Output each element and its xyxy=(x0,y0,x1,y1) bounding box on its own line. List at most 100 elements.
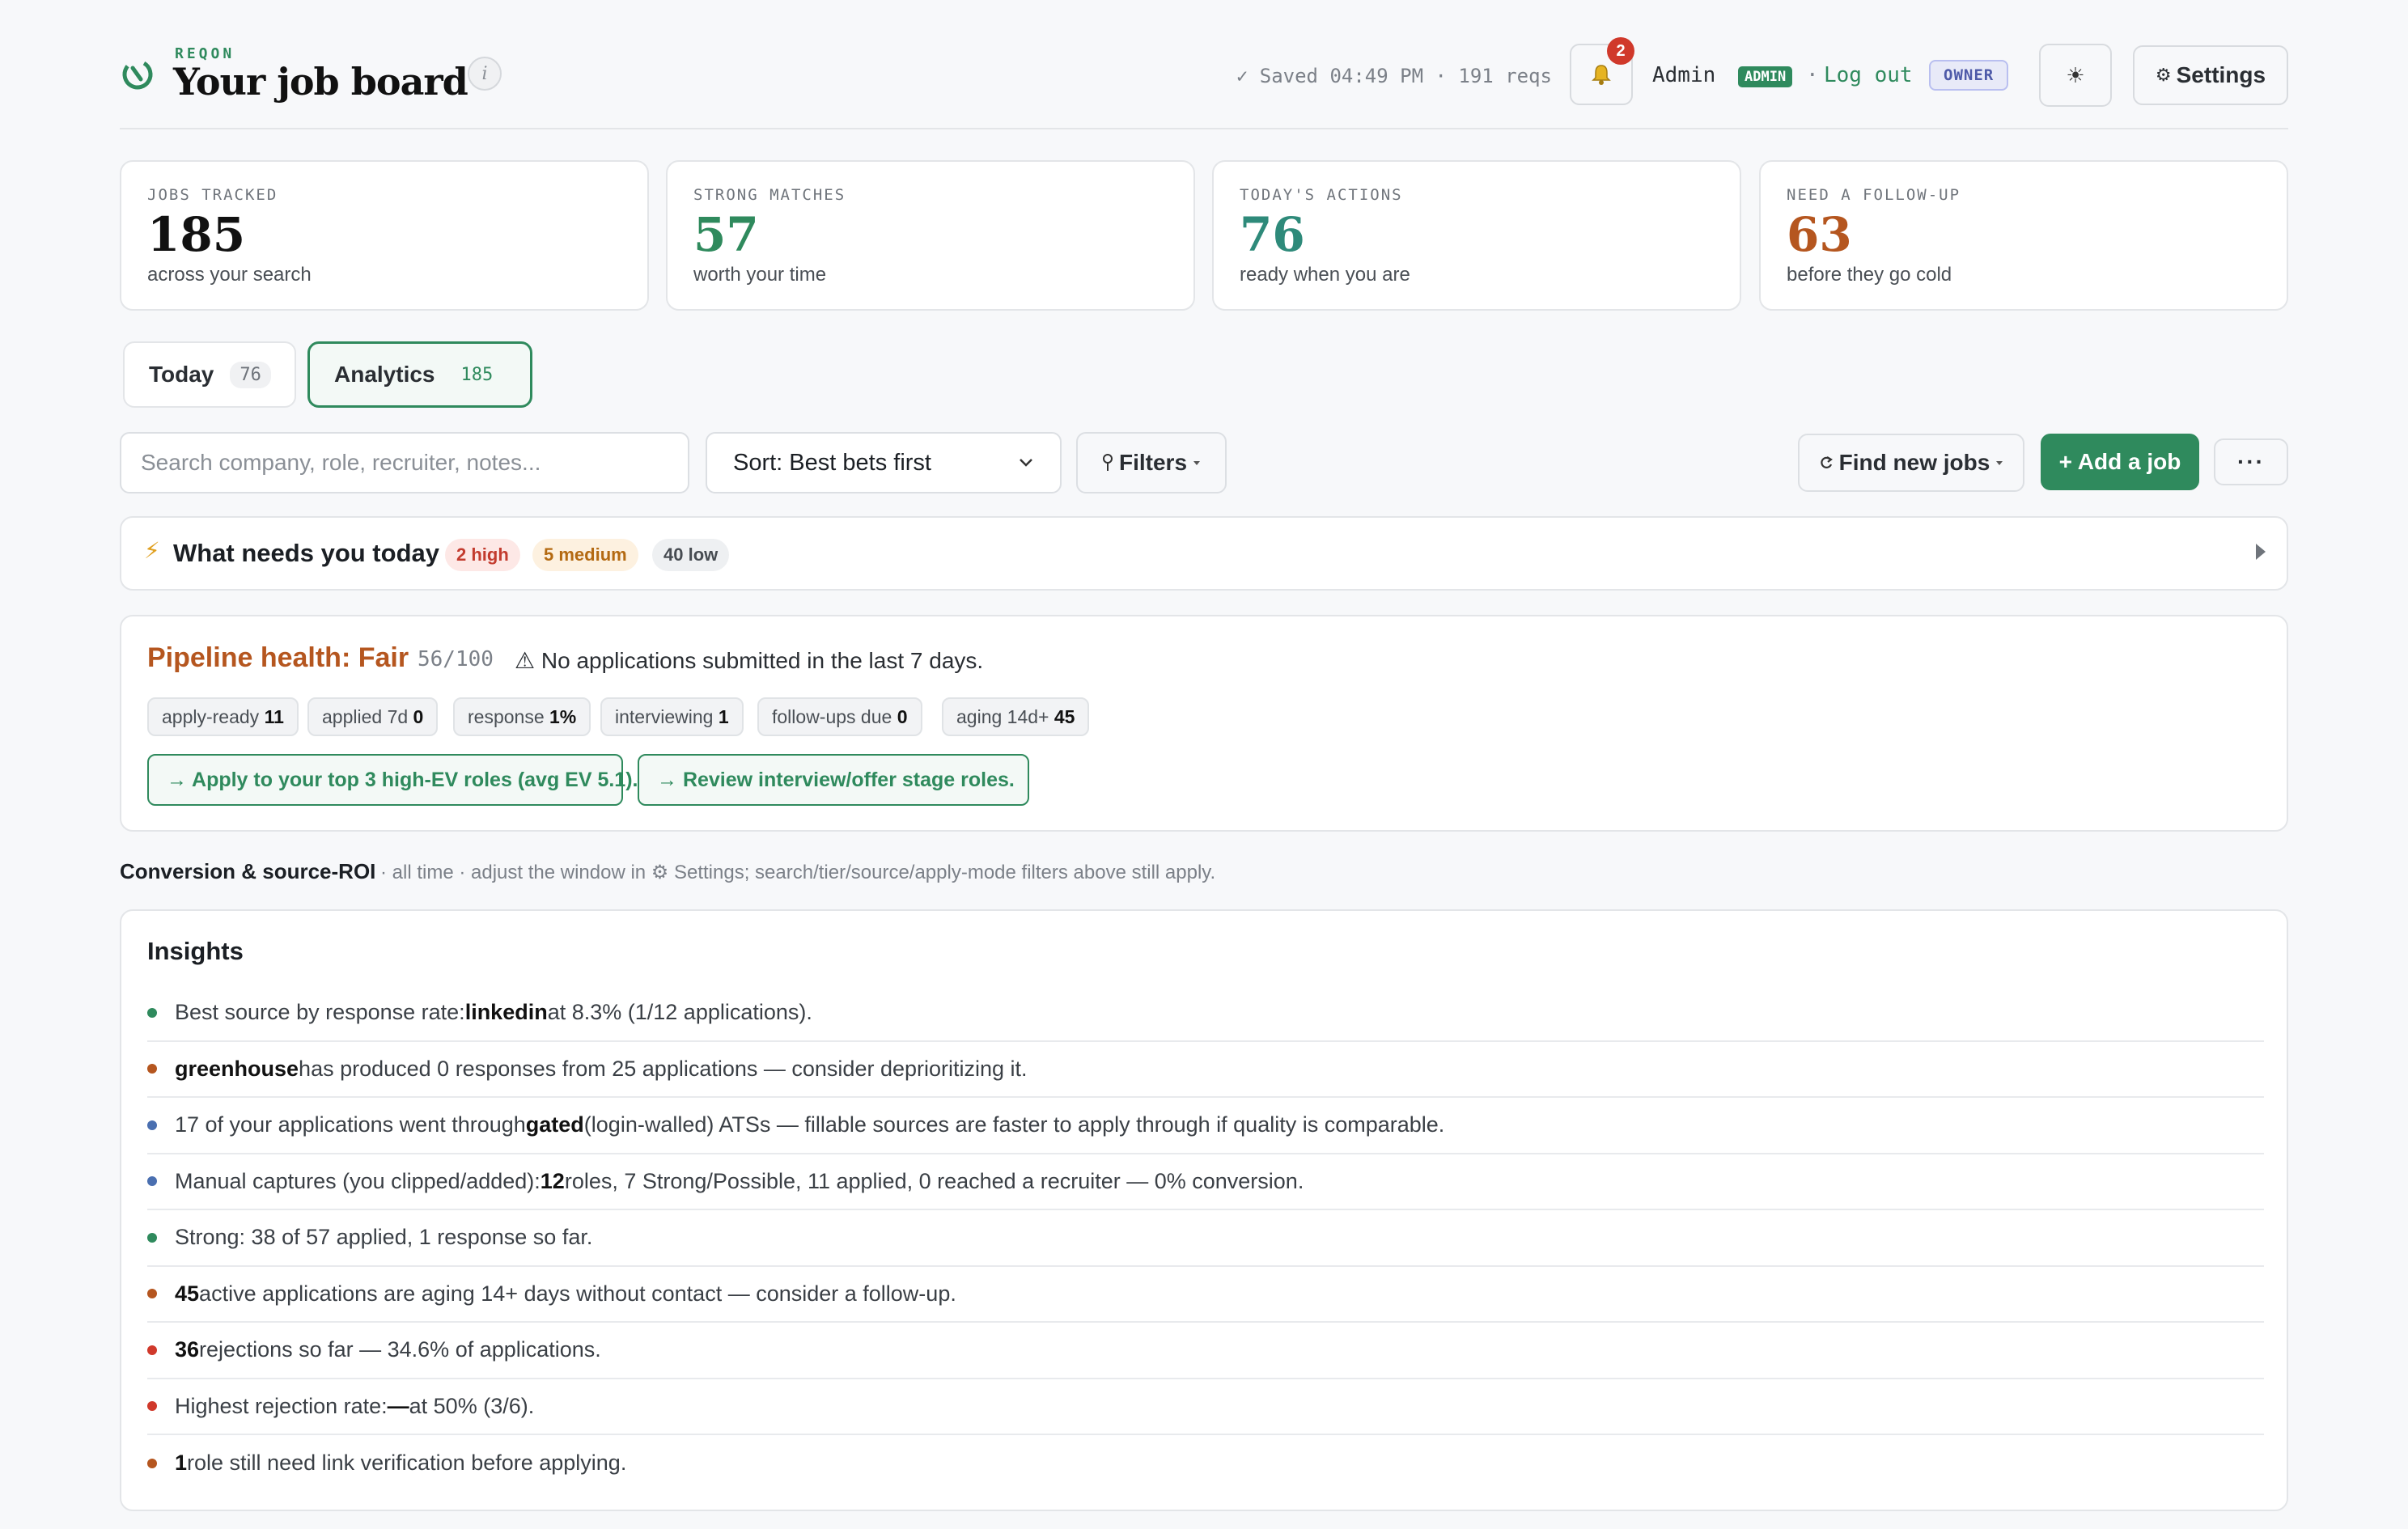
insight-highlight: 1 xyxy=(175,1451,188,1476)
insight-highlight: — xyxy=(387,1393,409,1418)
filters-label: Filters xyxy=(1118,450,1188,475)
owner-badge: OWNER xyxy=(1929,60,2009,91)
metric-chip: interviewing 1 xyxy=(600,697,744,736)
search-input[interactable] xyxy=(120,432,689,493)
filters-button[interactable]: Filters xyxy=(1076,432,1227,493)
bullet-dot-icon xyxy=(147,1176,157,1187)
admin-badge: ADMIN xyxy=(1738,66,1793,87)
theme-toggle-button[interactable]: ☀ xyxy=(2039,44,2112,107)
app-header: REQON Your job board i ✓ Saved 04:49 PM … xyxy=(120,32,2288,129)
review-interview-roles-button[interactable]: → Review interview/offer stage roles. xyxy=(638,754,1029,806)
chip-value: 0 xyxy=(897,706,908,727)
insight-text: (login-walled) ATSs — fillable sources a… xyxy=(583,1112,1445,1137)
bullet-dot-icon xyxy=(147,1401,157,1412)
insight-highlight: gated xyxy=(525,1112,584,1137)
logout-link[interactable]: Log out xyxy=(1824,63,1913,87)
needs-title: What needs you today xyxy=(173,539,439,567)
caret-down-icon xyxy=(1193,461,1201,465)
stat-subtitle: worth your time xyxy=(693,264,827,286)
chip-label: aging 14d+ xyxy=(956,706,1049,727)
chip-label: apply-ready xyxy=(162,706,260,727)
metric-chip: follow-ups due 0 xyxy=(757,697,922,736)
insight-item: 36 rejections so far — 34.6% of applicat… xyxy=(147,1323,2264,1379)
add-job-button[interactable]: + Add a job xyxy=(2041,434,2199,490)
stat-label: TODAY'S ACTIONS xyxy=(1240,186,1403,204)
insight-item: greenhouse has produced 0 responses from… xyxy=(147,1042,2264,1098)
stat-cards: JOBS TRACKED 185 across your search STRO… xyxy=(120,160,2288,311)
chip-label: follow-ups due xyxy=(772,706,892,727)
insight-item: Highest rejection rate: — at 50% (3/6). xyxy=(147,1379,2264,1435)
settings-button[interactable]: ⚙ Settings xyxy=(2133,45,2288,105)
stat-card-todays-actions: TODAY'S ACTIONS 76 ready when you are xyxy=(1212,160,1741,311)
chevron-down-icon xyxy=(1020,459,1032,467)
stat-value: 76 xyxy=(1240,207,1305,262)
chip-value: 45 xyxy=(1054,706,1075,727)
pin-icon xyxy=(1102,454,1113,471)
stat-value: 63 xyxy=(1787,207,1852,262)
pipeline-health-title: Pipeline health: Fair xyxy=(147,642,409,673)
stat-value: 185 xyxy=(147,207,246,262)
insight-item: Manual captures (you clipped/added): 12 … xyxy=(147,1154,2264,1210)
info-button[interactable]: i xyxy=(468,57,502,91)
bullet-dot-icon xyxy=(147,1007,157,1018)
metric-chip: applied 7d 0 xyxy=(307,697,439,736)
insight-item: 45 active applications are aging 14+ day… xyxy=(147,1267,2264,1323)
chip-label: interviewing xyxy=(615,706,714,727)
settings-label: Settings xyxy=(2176,62,2266,87)
insight-highlight: 12 xyxy=(540,1168,565,1193)
bullet-dot-icon xyxy=(147,1345,157,1355)
tab-label: Today xyxy=(149,362,214,387)
insights-panel: Insights Best source by response rate: l… xyxy=(120,909,2288,1511)
insight-highlight: 36 xyxy=(175,1337,200,1362)
insight-text: Strong: 38 of 57 applied, 1 response so … xyxy=(175,1225,593,1250)
insight-text: roles, 7 Strong/Possible, 11 applied, 0 … xyxy=(564,1168,1304,1193)
find-new-jobs-button[interactable]: Find new jobs xyxy=(1798,434,2024,492)
stat-subtitle: before they go cold xyxy=(1787,264,1952,286)
priority-high-pill: 2 high xyxy=(445,539,520,571)
bullet-dot-icon xyxy=(147,1289,157,1299)
insight-text: 17 of your applications went through xyxy=(175,1112,526,1137)
chip-label: applied 7d xyxy=(322,706,409,727)
insights-list: Best source by response rate: linkedin a… xyxy=(147,985,2264,1492)
bullet-dot-icon xyxy=(147,1064,157,1074)
notification-count-badge: 2 xyxy=(1607,37,1634,65)
chip-value: 1 xyxy=(718,706,729,727)
tab-count: 185 xyxy=(460,364,494,385)
insight-item: Best source by response rate: linkedin a… xyxy=(147,985,2264,1042)
apply-top-roles-button[interactable]: → Apply to your top 3 high-EV roles (avg… xyxy=(147,754,638,806)
find-new-jobs-label: Find new jobs xyxy=(1838,450,1990,475)
stat-value: 57 xyxy=(693,207,759,262)
stat-label: JOBS TRACKED xyxy=(147,186,278,204)
needs-today-panel[interactable]: ⚡ What needs you today 2 high 5 medium 4… xyxy=(120,516,2288,591)
stat-card-jobs-tracked: JOBS TRACKED 185 across your search xyxy=(120,160,649,311)
tab-analytics[interactable]: Analytics 185 xyxy=(307,341,532,408)
notifications-button[interactable]: 2 xyxy=(1570,37,1634,105)
stat-card-strong-matches: STRONG MATCHES 57 worth your time xyxy=(666,160,1195,311)
bullet-dot-icon xyxy=(147,1120,157,1130)
insight-text: role still need link verification before… xyxy=(187,1451,627,1476)
chip-value: 11 xyxy=(264,706,284,727)
lightning-icon: ⚡ xyxy=(144,538,160,563)
insight-highlight: 45 xyxy=(175,1281,200,1306)
insight-text: Manual captures (you clipped/added): xyxy=(175,1168,541,1193)
more-options-button[interactable]: ··· xyxy=(2214,438,2288,485)
bullet-dot-icon xyxy=(147,1232,157,1243)
tab-today[interactable]: Today 76 xyxy=(123,341,296,408)
sun-icon: ☀ xyxy=(2066,62,2085,87)
stat-card-need-follow-up: NEED A FOLLOW-UP 63 before they go cold xyxy=(1759,160,2288,311)
metric-chip: apply-ready 11 xyxy=(147,697,299,736)
insight-text: Highest rejection rate: xyxy=(175,1393,388,1418)
insight-text: Best source by response rate: xyxy=(175,1000,465,1025)
insight-item: 1 role still need link verification befo… xyxy=(147,1435,2264,1492)
insight-item: Strong: 38 of 57 applied, 1 response so … xyxy=(147,1210,2264,1267)
insight-text: has produced 0 responses from 25 applica… xyxy=(299,1056,1028,1081)
stat-label: STRONG MATCHES xyxy=(693,186,846,204)
refresh-icon xyxy=(1821,456,1833,468)
sort-select[interactable]: Sort: Best bets first xyxy=(706,432,1062,493)
chevron-right-icon[interactable] xyxy=(2256,544,2266,560)
metric-chip: aging 14d+ 45 xyxy=(942,697,1090,736)
insight-text: active applications are aging 14+ days w… xyxy=(199,1281,956,1306)
chip-value: 0 xyxy=(413,706,424,727)
chip-label: response xyxy=(468,706,545,727)
stat-subtitle: ready when you are xyxy=(1240,264,1410,286)
